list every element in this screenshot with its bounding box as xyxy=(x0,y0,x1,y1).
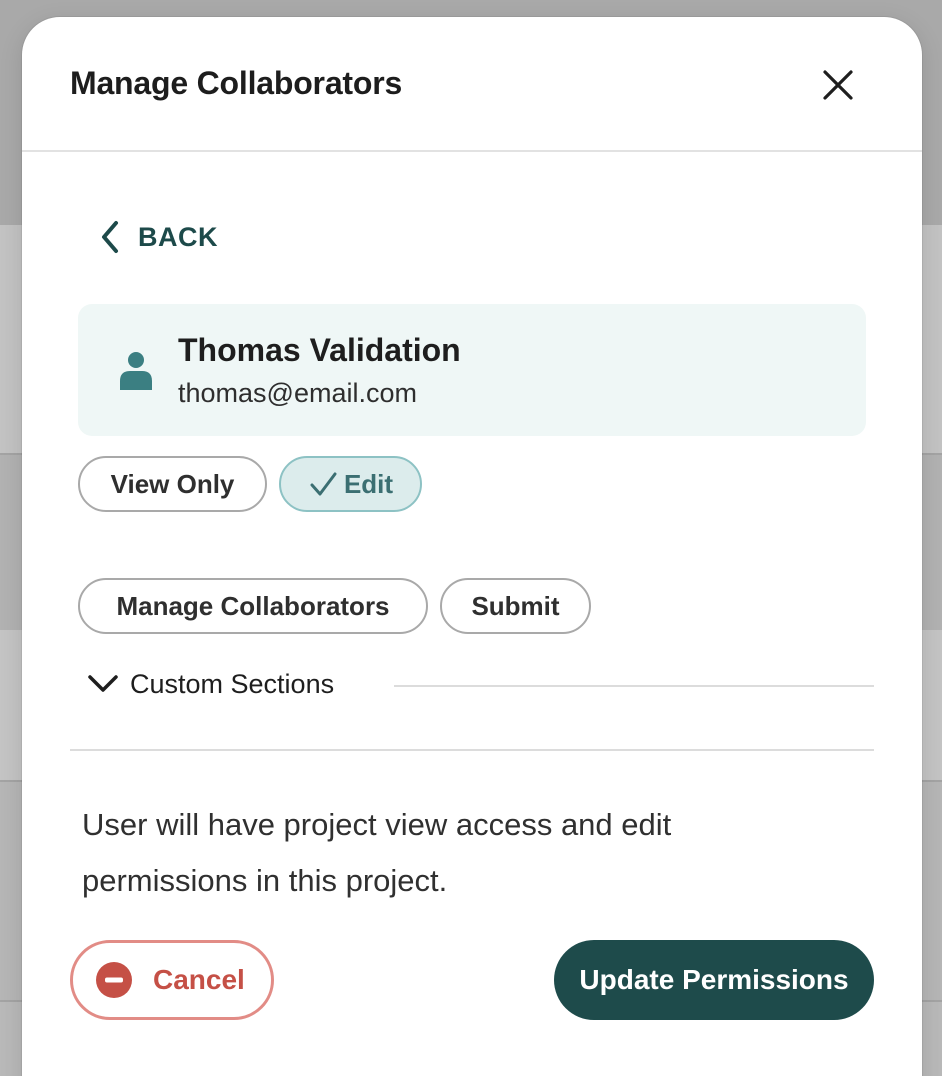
custom-sections-toggle[interactable]: Custom Sections xyxy=(86,667,334,701)
user-email: thomas@email.com xyxy=(178,378,417,408)
cancel-button[interactable]: Cancel xyxy=(70,940,274,1020)
submit-permission[interactable]: Submit xyxy=(440,578,591,634)
back-label: BACK xyxy=(138,221,218,252)
update-permissions-label: Update Permissions xyxy=(579,964,849,995)
manage-collaborators-label: Manage Collaborators xyxy=(116,590,390,621)
custom-sections-label: Custom Sections xyxy=(130,668,335,699)
edit-option[interactable]: Edit xyxy=(279,456,422,512)
cancel-label: Cancel xyxy=(153,964,245,995)
user-name: Thomas Validation xyxy=(178,332,461,368)
divider xyxy=(70,749,874,751)
update-permissions-button[interactable]: Update Permissions xyxy=(554,940,874,1020)
view-only-label: View Only xyxy=(110,468,235,499)
minus-circle-icon xyxy=(96,962,132,998)
back-button[interactable]: BACK xyxy=(96,217,218,257)
section-rule xyxy=(394,685,874,687)
view-only-option[interactable]: View Only xyxy=(78,456,267,512)
manage-collaborators-dialog: Manage Collaborators BACK Thomas Validat… xyxy=(22,17,922,1076)
dialog-title: Manage Collaborators xyxy=(70,65,403,101)
person-icon xyxy=(120,352,152,390)
dialog-header: Manage Collaborators xyxy=(22,17,922,152)
permission-description: User will have project view access and e… xyxy=(82,807,672,898)
submit-label: Submit xyxy=(471,590,560,621)
manage-collaborators-permission[interactable]: Manage Collaborators xyxy=(78,578,428,634)
edit-label: Edit xyxy=(343,468,394,499)
close-button[interactable] xyxy=(818,65,858,105)
user-card: Thomas Validation thomas@email.com xyxy=(78,304,866,436)
check-icon xyxy=(310,472,337,496)
close-icon xyxy=(823,70,853,100)
chevron-down-icon xyxy=(88,675,118,692)
chevron-left-icon xyxy=(102,221,118,253)
